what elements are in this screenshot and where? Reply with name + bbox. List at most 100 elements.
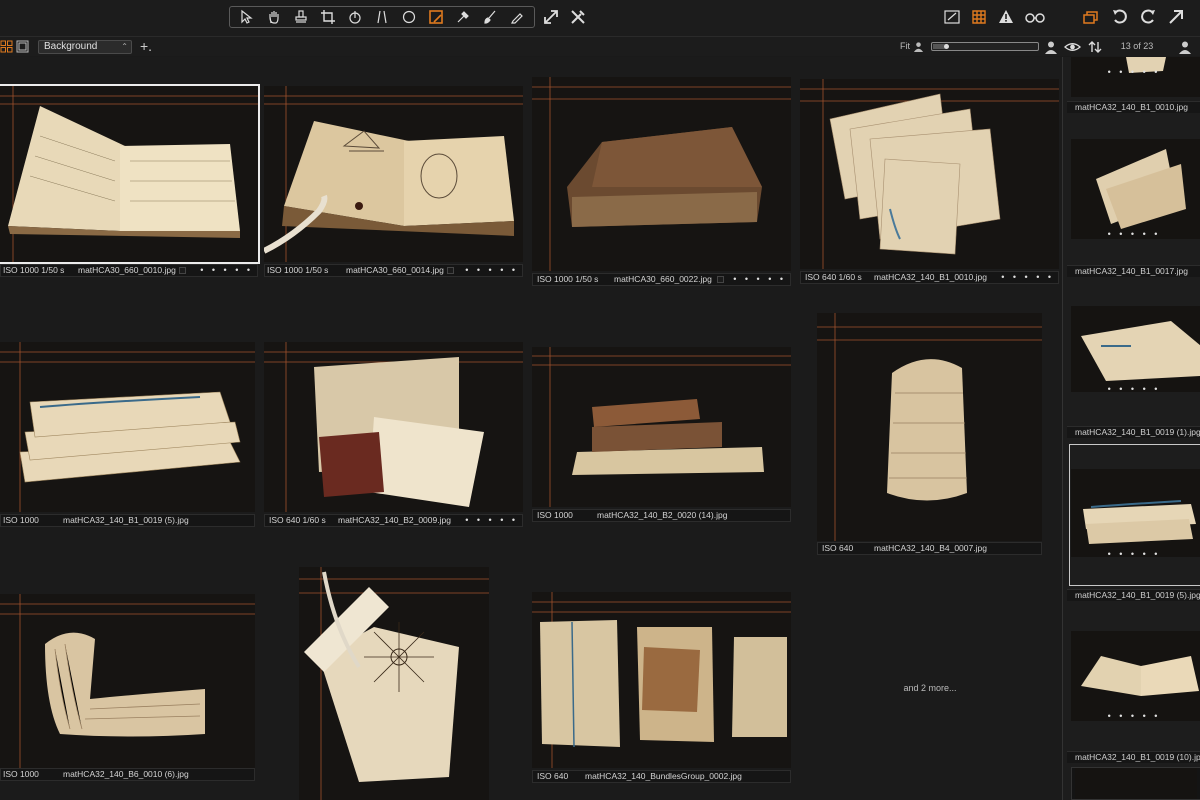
cursor-tools-group [229,6,535,28]
filmstrip-item-selected[interactable]: • • • • • matHCA32_140_B1_0019 (5).jpg [1067,443,1200,605]
iso-info: ISO 1000 [3,515,39,525]
eye-icon[interactable] [1064,40,1081,54]
filmstrip-item[interactable]: • • • • • matHCA32_140_B1_0010.jpg [1067,57,1200,115]
thumbnail-card[interactable]: ISO 640 1/60 s matHCA32_140_B1_0010.jpg … [800,79,1059,285]
rating-stars[interactable]: • • • • • [200,265,253,276]
rating-stars[interactable]: • • • • • [465,515,518,526]
next-thumb-photo [1074,768,1198,799]
warning-icon[interactable] [995,6,1017,28]
grid-overlay-icon[interactable] [968,6,990,28]
thumbnail-image[interactable] [264,342,523,512]
filmstrip-thumbnail[interactable] [1071,469,1200,557]
rating-stars[interactable]: • • • • • [1067,229,1200,239]
thumbnail-card[interactable]: ISO 1000 matHCA32_140_B6_0010 (6).jpg [0,594,255,784]
proof-glasses-icon[interactable] [1022,6,1048,28]
thumbnail-caption: ISO 640 1/60 s matHCA32_140_B2_0009.jpg … [264,514,523,527]
file-name: matHCA32_140_B1_0010.jpg [874,272,987,282]
file-name: matHCA32_140_B6_0010 (6).jpg [63,769,189,779]
thumbnail-image[interactable] [0,84,260,264]
filmstrip-thumbnail[interactable] [1071,306,1200,392]
circle-icon[interactable] [398,7,420,27]
filmstrip-thumbnail[interactable] [1071,57,1200,97]
tools-icon[interactable] [567,6,589,28]
thumbnail-card[interactable]: ISO 640 1/60 s matHCA32_140_B2_0009.jpg … [264,342,523,528]
filmstrip-thumbnail[interactable] [1071,139,1200,239]
thumbnail-card[interactable]: ISO 1000 1/50 s matHCA30_660_0022.jpg • … [532,77,791,287]
iso-info: ISO 1000 [3,769,39,779]
sort-icon[interactable] [1088,40,1102,54]
rating-stars[interactable]: • • • • • [1067,549,1200,559]
filmstrip-item[interactable]: • • • • • matHCA32_140_B1_0017.jpg [1067,139,1200,279]
rating-stars[interactable]: • • • • • [1067,711,1200,721]
thumbnail-caption: ISO 640 matHCA32_140_B4_0007.jpg [817,542,1042,555]
main-toolbar [0,0,1200,36]
thumbnail-image[interactable] [299,567,489,800]
rating-stars[interactable]: • • • • • [1001,272,1054,283]
thumbnail-image[interactable] [532,592,791,768]
export-arrow-icon[interactable] [1165,6,1187,28]
mask-icon[interactable] [425,7,447,27]
color-tag[interactable] [179,267,186,274]
file-name: matHCA32_140_BundlesGroup_0002.jpg [585,771,742,781]
thumbnail-image[interactable] [817,313,1042,541]
compass-rose-document-photo [299,567,489,800]
thumbnail-image[interactable] [800,79,1059,269]
thumbnail-image[interactable] [264,86,523,262]
browser-subbar: Background ⌃ +. Fit 13 of 23 [0,36,1200,56]
iso-info: ISO 640 [537,771,569,781]
more-items-label[interactable]: and 2 more... [880,683,980,693]
keystone-icon[interactable] [371,7,393,27]
select-icon[interactable] [236,7,258,27]
thumbnail-image[interactable] [0,594,255,768]
zoom-slider[interactable] [931,42,1039,51]
thumbnail-grid: ISO 1000 1/50 s matHCA30_660_0010.jpg • … [0,57,1062,800]
thumbnail-image[interactable] [0,342,255,512]
single-view-icon[interactable] [16,40,29,53]
picker-icon[interactable] [452,7,474,27]
color-tag[interactable] [717,276,724,283]
file-name: matHCA32_140_B2_0009.jpg [338,515,451,525]
color-tag[interactable] [447,267,454,274]
iso-info: ISO 640 1/60 s [805,272,862,282]
thumbnail-card[interactable]: ISO 1000 1/50 s matHCA30_660_0014.jpg • … [264,86,523,278]
iso-info: ISO 1000 1/50 s [267,265,329,275]
crop-icon[interactable] [317,7,339,27]
rating-stars[interactable]: • • • • • [465,265,518,276]
grid-view-icon[interactable] [0,40,13,53]
zoom-fit-label[interactable]: Fit [900,41,910,51]
filmstrip-thumbnail[interactable] [1071,631,1200,721]
user-icon[interactable] [1178,40,1192,54]
thumbnail-image[interactable] [532,347,791,507]
rating-stars[interactable]: • • • • • [1067,384,1200,394]
thumbnail-card[interactable]: ISO 640 matHCA32_140_B4_0007.jpg [817,313,1042,556]
thumbnail-card[interactable]: ISO 1000 1/50 s matHCA30_660_0010.jpg • … [0,84,260,278]
add-button[interactable]: +. [140,38,152,54]
background-select[interactable]: Background ⌃ [38,40,132,54]
thumbnail-card[interactable]: ISO 640 matHCA32_140_BundlesGroup_0002.j… [532,592,791,784]
papers-thumb-photo [1071,57,1200,97]
rating-stars[interactable]: • • • • • [733,274,786,285]
expand-icon[interactable] [540,6,562,28]
rating-stars[interactable]: • • • • • [1067,67,1200,77]
thumbnail-image[interactable] [532,77,791,271]
fanned-papers-photo [800,79,1059,269]
rotate-icon[interactable] [344,7,366,27]
exposure-warning-icon[interactable] [941,6,963,28]
brush-icon[interactable] [479,7,501,27]
filmstrip-item[interactable]: • • • • • matHCA32_140_B1_0019 (1).jpg [1067,306,1200,446]
thumbnail-card[interactable]: ISO 1000 matHCA32_140_B1_0019 (5).jpg [0,342,255,528]
filmstrip-item[interactable] [1067,767,1200,800]
filmstrip-thumbnail[interactable] [1071,767,1200,800]
stamp-icon[interactable] [290,7,312,27]
pan-icon[interactable] [263,7,285,27]
thumbnail-card[interactable]: ISO 1000 matHCA32_140_B2_0020 (14).jpg [532,347,791,523]
thumbnail-card[interactable] [299,567,489,800]
variants-stack-icon[interactable] [1080,6,1102,28]
eraser-icon[interactable] [506,7,528,27]
zoom-slider-knob[interactable] [944,44,949,49]
redo-icon[interactable] [1137,6,1159,28]
undo-icon[interactable] [1109,6,1131,28]
ship-drawing-book-photo [264,86,523,262]
filmstrip-item[interactable]: • • • • • matHCA32_140_B1_0019 (10).jpg [1067,631,1200,771]
file-name: matHCA32_140_B1_0019 (5).jpg [63,515,189,525]
